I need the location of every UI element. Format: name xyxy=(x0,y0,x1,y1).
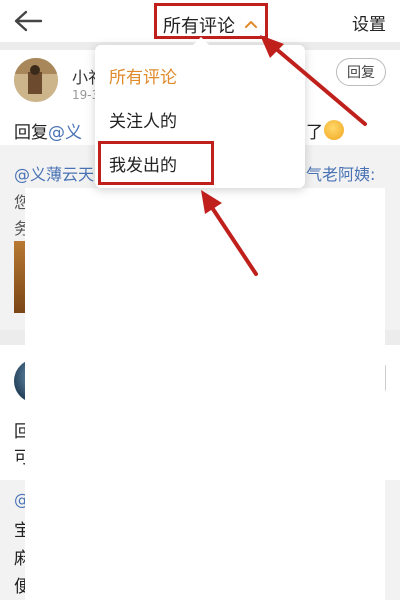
emoji-icon xyxy=(324,120,344,140)
reply-mention[interactable]: @义 xyxy=(48,123,82,143)
back-button[interactable] xyxy=(8,4,48,38)
quote-mention[interactable]: @义薄云天 xyxy=(14,161,94,185)
reply-button[interactable]: 回复 xyxy=(336,58,386,86)
settings-button[interactable]: 设置 xyxy=(352,10,386,35)
menu-item-all-comments[interactable]: 所有评论 xyxy=(109,63,177,88)
menu-item-following[interactable]: 关注人的 xyxy=(109,107,177,132)
annotation-highlight-box xyxy=(98,141,214,185)
page-title: 所有评论 xyxy=(163,16,235,37)
reply-tail: 了 xyxy=(306,123,323,143)
comment-filter-dropdown-toggle[interactable]: 所有评论 xyxy=(154,3,268,39)
avatar[interactable] xyxy=(14,58,58,102)
blank-overlay-panel xyxy=(25,188,385,600)
top-bar: 所有评论 设置 xyxy=(0,0,400,42)
chevron-up-icon xyxy=(245,21,257,28)
reply-text: 回复@义 xyxy=(14,118,82,143)
back-arrow-icon xyxy=(14,10,43,32)
reply-prefix: 回复 xyxy=(14,123,48,143)
quote-author[interactable]: 气老阿姨: xyxy=(306,161,375,185)
